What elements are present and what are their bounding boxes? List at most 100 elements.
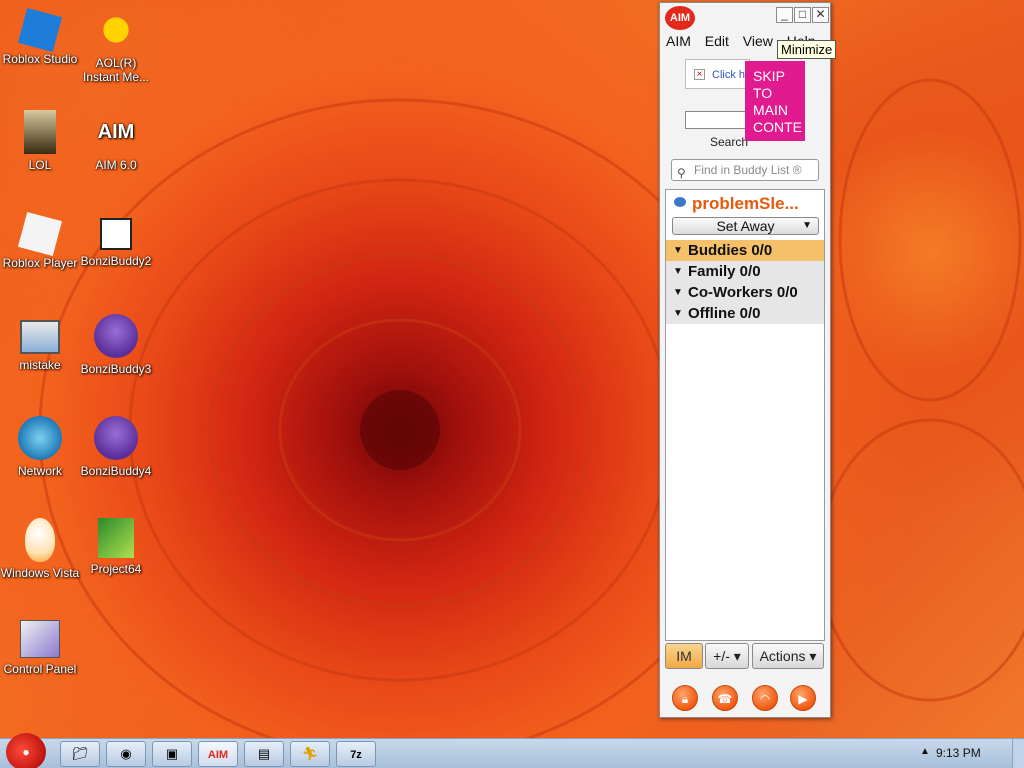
skip-to-main-content-link[interactable]: SKIP TO MAIN CONTE (745, 61, 805, 141)
taskbar-explorer-button[interactable]: 📁︎ (60, 741, 100, 767)
desktop-icon-label: Windows Vista (0, 566, 80, 580)
7zip-icon: 7z (350, 749, 362, 761)
buddy-actions-bar: IM +/- ▾ Actions ▾ (665, 643, 825, 671)
im-button[interactable]: IM (665, 643, 703, 669)
status-label: Set Away (716, 218, 775, 234)
desktop-icon-label: Roblox Studio (2, 52, 78, 66)
desktop-icon-label: AIM 6.0 (95, 158, 137, 172)
desktop-icon-bonzibuddy3[interactable]: BonziBuddy3 (76, 314, 156, 376)
aol-running-man-icon (94, 8, 138, 52)
menu-aim[interactable]: AIM (666, 33, 691, 49)
taskbar-chrome-button[interactable]: ◉ (106, 741, 146, 767)
desktop-icon-aim[interactable]: AIM AIM 6.0 (76, 110, 156, 172)
chrome-icon: ◉ (120, 746, 132, 761)
aim-icon: AIM (207, 749, 229, 761)
group-label: Offline 0/0 (688, 305, 761, 322)
desktop-icon-aol[interactable]: AOL(R) Instant Me... (76, 8, 156, 84)
computer-icon (20, 320, 60, 354)
title-bar[interactable]: AIM _ □ ✕ (660, 3, 830, 31)
chevron-down-icon: ▼ (802, 220, 812, 231)
desktop-icon-label: AOL(R) Instant Me... (82, 56, 150, 84)
movie-file-icon (100, 218, 132, 250)
group-offline[interactable]: ▼ Offline 0/0 (666, 303, 824, 324)
lock-icon[interactable]: 🔒︎ (672, 685, 698, 711)
desktop-icon-mistake[interactable]: mistake (0, 314, 80, 372)
play-icon[interactable]: ▶ (790, 685, 816, 711)
menu-view[interactable]: View (743, 33, 773, 49)
folder-icon: 📁︎ (71, 746, 89, 761)
desktop-icon-network[interactable]: Network (0, 416, 80, 478)
desktop-icon-roblox-studio[interactable]: Roblox Studio (0, 7, 80, 66)
taskbar: ● 📁︎ ◉ ▣ AIM ▤ 🏃︎ 7z ▲ 9:13 PM (0, 733, 1024, 768)
collapse-arrow-icon: ▼ (673, 266, 683, 277)
roblox-player-icon (17, 211, 63, 257)
desktop-icon-label: Network (17, 464, 62, 478)
collapse-arrow-icon: ▼ (673, 287, 683, 298)
actions-button[interactable]: Actions ▾ (752, 643, 824, 669)
start-button[interactable]: ● (6, 733, 46, 768)
phone-icon[interactable]: ☎ (712, 685, 738, 711)
status-dropdown[interactable]: Set Away ▼ (672, 217, 819, 235)
desktop-icon-label: BonziBuddy3 (80, 362, 152, 376)
desktop-icon-lol[interactable]: LOL (0, 110, 80, 172)
collapse-arrow-icon: ▼ (673, 308, 683, 319)
add-remove-label: +/- (713, 648, 730, 664)
find-placeholder: Find in Buddy List ® (694, 163, 802, 177)
group-label: Buddies 0/0 (688, 242, 773, 259)
taskbar-aol-button[interactable]: 🏃︎ (290, 741, 330, 767)
minimize-button[interactable]: _ (776, 7, 793, 23)
desktop-icon-label: BonziBuddy2 (80, 254, 152, 268)
minimize-tooltip: Minimize (777, 40, 837, 59)
system-tray: ▲ 9:13 PM (914, 739, 1024, 768)
desktop-icon-bonzibuddy4[interactable]: BonziBuddy4 (76, 416, 156, 478)
show-desktop-button[interactable] (1012, 739, 1024, 768)
aim-icon: AIM (97, 121, 135, 143)
egg-icon (25, 518, 55, 562)
headphones-icon[interactable]: ◠ (752, 685, 778, 711)
project64-icon (98, 518, 134, 558)
desktop-icon-label: BonziBuddy4 (80, 464, 152, 478)
find-buddy-input[interactable]: ⚲ Find in Buddy List ® (671, 159, 819, 181)
taskbar-7zip-button[interactable]: 7z (336, 741, 376, 767)
collapse-arrow-icon: ▼ (673, 245, 683, 256)
explorer-icon: ▤ (257, 746, 271, 761)
taskbar-monitor-button[interactable]: ▣ (152, 741, 192, 767)
group-label: Co-Workers 0/0 (688, 284, 798, 301)
group-family[interactable]: ▼ Family 0/0 (666, 261, 824, 282)
add-remove-button[interactable]: +/- ▾ (705, 643, 749, 669)
lol-icon (24, 110, 56, 154)
group-co-workers[interactable]: ▼ Co-Workers 0/0 (666, 282, 824, 303)
aim-buddy-list-window[interactable]: AIM _ □ ✕ AIM Edit View Help × Click h S… (659, 2, 831, 718)
desktop-icon-windows-vista[interactable]: Windows Vista (0, 518, 80, 580)
desktop-icon-roblox-player[interactable]: Roblox Player (0, 211, 80, 270)
clock[interactable]: 9:13 PM (936, 746, 981, 760)
desktop-icon-label: mistake (19, 358, 61, 372)
network-globe-icon (18, 416, 62, 460)
ad-search-input[interactable] (685, 111, 747, 129)
group-buddies[interactable]: ▼ Buddies 0/0 (666, 240, 824, 261)
ad-banner[interactable]: × Click h (685, 59, 750, 89)
desktop-icon-label: LOL (28, 158, 52, 172)
desktop-icon-label: Project64 (90, 562, 142, 576)
taskbar-aim-button[interactable]: AIM (198, 741, 238, 767)
ad-link[interactable]: Click h (712, 69, 745, 81)
ad-search-button[interactable]: Search (710, 135, 748, 149)
taskbar-explorer2-button[interactable]: ▤ (244, 741, 284, 767)
desktop-icon-bonzibuddy2[interactable]: BonziBuddy2 (76, 212, 156, 268)
desktop-icon-label: Roblox Player (2, 256, 78, 270)
desktop-icon-project64[interactable]: Project64 (76, 518, 156, 576)
actions-label: Actions (759, 648, 806, 664)
roblox-studio-icon (17, 7, 63, 53)
control-panel-icon (20, 620, 60, 658)
search-icon: ⚲ (677, 166, 686, 180)
screen-name[interactable]: problemSle... (692, 194, 799, 214)
maximize-button[interactable]: □ (794, 7, 811, 23)
close-button[interactable]: ✕ (812, 7, 829, 23)
menu-edit[interactable]: Edit (705, 33, 729, 49)
aol-running-man-icon: 🏃︎ (301, 746, 319, 761)
desktop-icon-control-panel[interactable]: Control Panel (0, 620, 80, 676)
bonzi-purple-gorilla-icon (94, 416, 138, 460)
buddy-list-panel: problemSle... Set Away ▼ ▼ Buddies 0/0 ▼… (665, 189, 825, 641)
desktop-icon-label: Control Panel (3, 662, 77, 676)
show-hidden-icons-icon[interactable]: ▲ (920, 746, 930, 757)
